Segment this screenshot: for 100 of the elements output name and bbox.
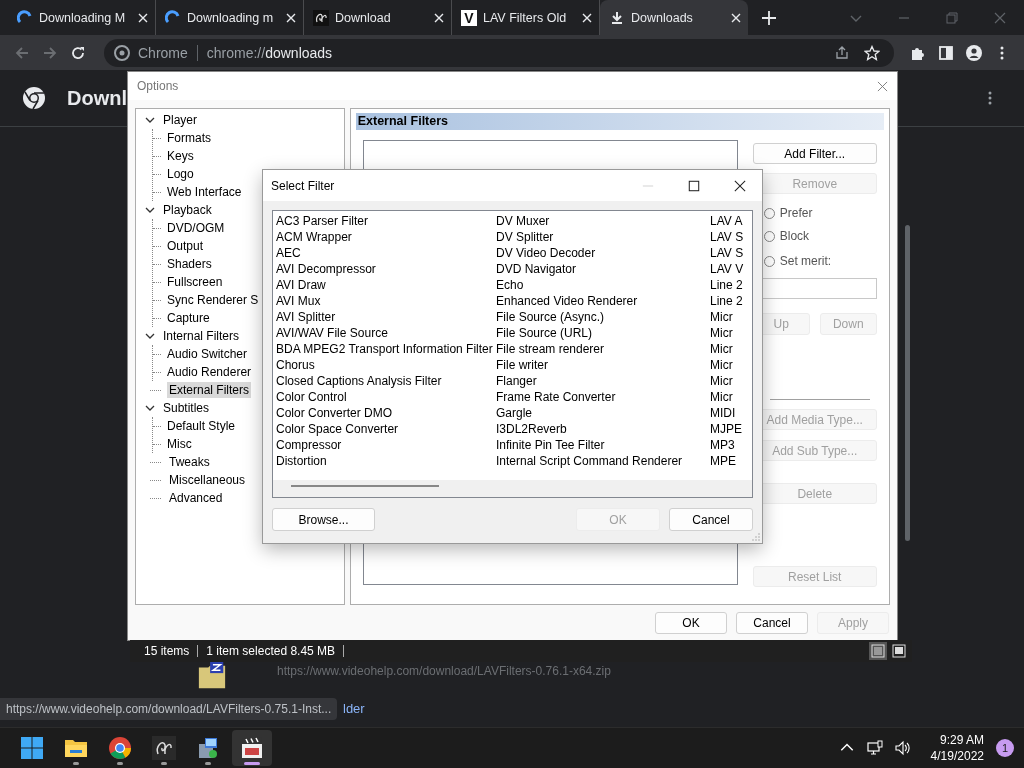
filter-item[interactable]: LAV A xyxy=(710,213,750,229)
network-icon[interactable] xyxy=(866,740,883,756)
tree-item[interactable]: Shaders xyxy=(165,256,214,272)
dialog-button[interactable]: Cancel xyxy=(736,612,808,634)
tree-item[interactable]: Playback xyxy=(161,202,214,218)
filter-item[interactable]: File writer xyxy=(496,357,710,373)
side-panel-icon[interactable] xyxy=(938,44,954,61)
reload-icon[interactable] xyxy=(70,44,86,61)
tree-item[interactable]: External Filters xyxy=(167,382,252,398)
filter-item[interactable]: Flanger xyxy=(496,373,710,389)
filter-item[interactable]: MPE xyxy=(710,453,750,469)
filter-item[interactable]: DV Muxer xyxy=(496,213,710,229)
filter-item[interactable]: Echo xyxy=(496,277,710,293)
tree-item[interactable]: Tweaks xyxy=(167,454,212,470)
filter-item[interactable]: LAV V xyxy=(710,261,750,277)
chevron-icon[interactable] xyxy=(145,115,155,125)
filter-item[interactable]: I3DL2Reverb xyxy=(496,421,710,437)
filter-item[interactable]: Closed Captions Analysis Filter xyxy=(276,373,496,389)
filter-item[interactable]: AC3 Parser Filter xyxy=(276,213,496,229)
filter-item[interactable]: BDA MPEG2 Transport Information Filter xyxy=(276,341,496,357)
show-in-folder-link[interactable]: lder xyxy=(343,701,365,716)
profile-icon[interactable] xyxy=(966,44,982,61)
resize-grip-icon[interactable] xyxy=(752,533,760,541)
filter-item[interactable]: AVI Splitter xyxy=(276,309,496,325)
notification-badge[interactable]: 1 xyxy=(996,739,1014,757)
filter-item[interactable]: Frame Rate Converter xyxy=(496,389,710,405)
scrollbar[interactable] xyxy=(905,225,910,541)
chevron-icon[interactable] xyxy=(145,331,155,341)
filter-item[interactable]: Micr xyxy=(710,325,750,341)
filter-item[interactable]: Color Converter DMO xyxy=(276,405,496,421)
filter-item[interactable]: Distortion xyxy=(276,453,496,469)
filter-item[interactable]: Micr xyxy=(710,357,750,373)
filter-item[interactable]: File stream renderer xyxy=(496,341,710,357)
filter-item[interactable]: AEC xyxy=(276,245,496,261)
tree-item[interactable]: Keys xyxy=(165,148,196,164)
filter-item[interactable]: Micr xyxy=(710,389,750,405)
tree-item[interactable]: Advanced xyxy=(167,490,225,506)
dialog-button[interactable]: Cancel xyxy=(669,508,753,531)
filter-item[interactable]: LAV S xyxy=(710,229,750,245)
close-tab-icon[interactable] xyxy=(286,12,296,23)
volume-icon[interactable] xyxy=(894,740,911,756)
star-icon[interactable] xyxy=(864,44,880,61)
tree-item[interactable]: DVD/OGM xyxy=(165,220,227,236)
filter-item[interactable]: AVI Decompressor xyxy=(276,261,496,277)
filter-item[interactable]: LAV S xyxy=(710,245,750,261)
close-tab-icon[interactable] xyxy=(731,12,741,23)
filter-item[interactable]: MIDI xyxy=(710,405,750,421)
clock[interactable]: 9:29 AM 4/19/2022 xyxy=(930,732,984,764)
tree-item[interactable]: Default Style xyxy=(165,418,238,434)
tree-item[interactable]: Output xyxy=(165,238,206,254)
filter-item[interactable]: File Source (URL) xyxy=(496,325,710,341)
filter-item[interactable]: Gargle xyxy=(496,405,710,421)
filter-item[interactable]: DVD Navigator xyxy=(496,261,710,277)
tree-item[interactable]: Misc xyxy=(165,436,194,452)
close-icon[interactable] xyxy=(734,179,746,192)
tree-item[interactable]: Logo xyxy=(165,166,196,182)
filter-item[interactable]: MJPE xyxy=(710,421,750,437)
filter-item[interactable]: File Source (Async.) xyxy=(496,309,710,325)
tree-item[interactable]: Capture xyxy=(165,310,212,326)
tree-item[interactable]: Sync Renderer S xyxy=(165,292,261,308)
tree-item[interactable]: Player xyxy=(161,112,199,128)
filter-item[interactable]: Compressor xyxy=(276,437,496,453)
tree-item[interactable]: Audio Switcher xyxy=(165,346,250,362)
browser-tab[interactable]: Downloads xyxy=(600,0,748,35)
close-tab-icon[interactable] xyxy=(582,12,592,23)
share-icon[interactable] xyxy=(834,44,850,61)
filter-item[interactable]: AVI/WAV File Source xyxy=(276,325,496,341)
tree-item[interactable]: Subtitles xyxy=(161,400,212,416)
tree-item[interactable]: Internal Filters xyxy=(161,328,242,344)
close-tab-icon[interactable] xyxy=(138,12,148,23)
dialog-button[interactable]: OK xyxy=(655,612,727,634)
filter-item[interactable]: Line 2 xyxy=(710,277,750,293)
tree-item[interactable]: Fullscreen xyxy=(165,274,225,290)
filter-item[interactable]: Color Control xyxy=(276,389,496,405)
filter-item[interactable]: ACM Wrapper xyxy=(276,229,496,245)
filter-item[interactable]: AVI Draw xyxy=(276,277,496,293)
filter-item[interactable]: MP3 xyxy=(710,437,750,453)
dialog-button[interactable]: Browse... xyxy=(272,508,375,531)
maximize-icon[interactable] xyxy=(688,179,700,192)
taskbar-app[interactable] xyxy=(232,730,272,766)
close-tab-icon[interactable] xyxy=(434,12,444,23)
tiles-view-icon[interactable] xyxy=(890,642,908,660)
filter-item[interactable]: Infinite Pin Tee Filter xyxy=(496,437,710,453)
tree-item[interactable]: Audio Renderer xyxy=(165,364,254,380)
filter-item[interactable]: Micr xyxy=(710,373,750,389)
filter-item[interactable]: AVI Mux xyxy=(276,293,496,309)
filter-item[interactable]: Chorus xyxy=(276,357,496,373)
filter-item[interactable]: Enhanced Video Renderer xyxy=(496,293,710,309)
horizontal-scrollbar[interactable] xyxy=(273,480,752,497)
tree-item[interactable]: Formats xyxy=(165,130,213,146)
filter-item[interactable]: Internal Script Command Renderer xyxy=(496,453,710,469)
new-tab-icon[interactable] xyxy=(762,10,776,25)
filter-item[interactable]: Micr xyxy=(710,309,750,325)
filter-item[interactable]: DV Video Decoder xyxy=(496,245,710,261)
chevron-icon[interactable] xyxy=(145,205,155,215)
filter-item[interactable]: Micr xyxy=(710,341,750,357)
chevron-icon[interactable] xyxy=(145,403,155,413)
address-bar[interactable]: Chrome chrome://downloads xyxy=(104,38,894,67)
filter-item[interactable]: DV Splitter xyxy=(496,229,710,245)
filter-item[interactable]: Color Space Converter xyxy=(276,421,496,437)
